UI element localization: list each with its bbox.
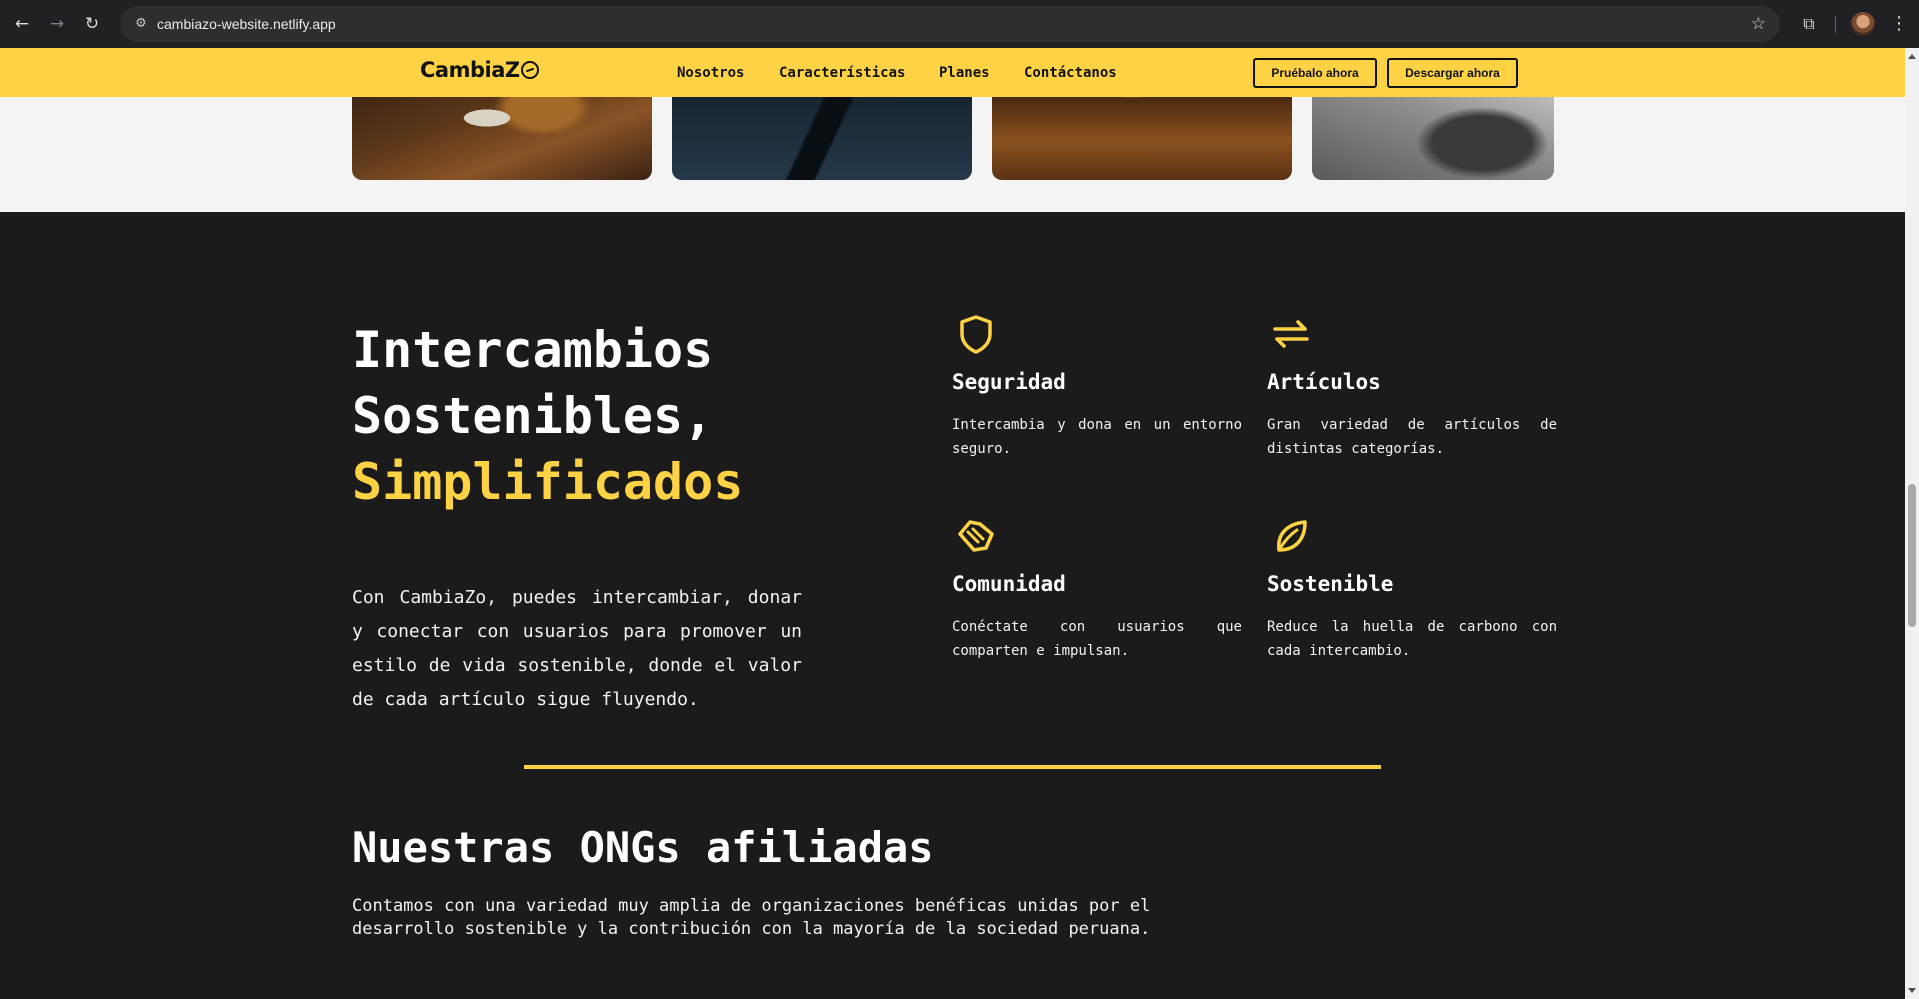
hero-title-line1: Intercambios <box>352 321 714 379</box>
feature-title: Seguridad <box>952 370 1066 394</box>
feature-title: Comunidad <box>952 572 1066 596</box>
nav-link-caracteristicas[interactable]: Características <box>779 64 905 82</box>
hero-description: Con CambiaZo, puedes intercambiar, donar… <box>352 587 802 710</box>
back-icon[interactable]: ← <box>10 12 34 36</box>
download-now-button[interactable]: Descargar ahora <box>1387 58 1518 88</box>
handshake-icon <box>958 520 994 552</box>
page-scrollbar[interactable] <box>1905 48 1919 999</box>
scrollbar-thumb[interactable] <box>1908 484 1916 627</box>
nav-link-contactanos[interactable]: Contáctanos <box>1024 64 1117 82</box>
feature-text: Reduce la huella de carbono con cada int… <box>1267 619 1557 659</box>
logo-text: CambiaZ <box>420 58 520 82</box>
toolbar-separator <box>1835 16 1836 33</box>
ngo-section-title: Nuestras ONGs afiliadas <box>352 823 934 872</box>
shield-icon <box>960 315 992 354</box>
browser-toolbar: ← → ↻ ⚙ cambiazo-website.netlify.app ☆ ⧉… <box>0 0 1919 48</box>
ngo-section-description: Contamos con una variedad muy amplia de … <box>352 896 1151 939</box>
feature-title: Sostenible <box>1267 572 1394 596</box>
nav-link-planes[interactable]: Planes <box>939 64 990 82</box>
nav-link-nosotros[interactable]: Nosotros <box>677 64 744 82</box>
features-section: Intercambios Sostenibles, Simplificados … <box>0 212 1905 999</box>
leaf-icon <box>1277 520 1307 552</box>
site-settings-icon[interactable]: ⚙ <box>132 15 150 33</box>
feature-text: Gran variedad de artículos de distintas … <box>1267 417 1557 457</box>
swap-arrows-icon <box>1273 320 1309 348</box>
page-viewport: Intercambios Sostenibles, Simplificados … <box>0 48 1905 999</box>
hero-title: Intercambios Sostenibles, Simplificados <box>352 317 832 515</box>
logo-mark-icon <box>520 61 539 79</box>
star-icon[interactable]: ☆ <box>1751 13 1766 35</box>
try-now-button[interactable]: Pruébalo ahora <box>1253 58 1377 88</box>
forward-icon[interactable]: → <box>45 12 69 36</box>
site-header: CambiaZ Nosotros Características Planes … <box>0 48 1905 97</box>
address-bar[interactable]: ⚙ cambiazo-website.netlify.app ☆ <box>120 6 1780 42</box>
hero-title-accent: Simplificados <box>352 453 744 511</box>
feature-title: Artículos <box>1267 370 1381 394</box>
feature-text: Conéctate con usuarios que comparten e i… <box>952 619 1242 659</box>
puzzle-icon[interactable]: ⧉ <box>1797 12 1821 36</box>
reload-icon[interactable]: ↻ <box>80 12 104 36</box>
cambiazo-logo[interactable]: CambiaZ <box>420 58 539 82</box>
scroll-up-arrow-icon[interactable] <box>1908 54 1916 59</box>
profile-avatar[interactable] <box>1851 12 1875 36</box>
feature-text: Intercambia y dona en un entorno seguro. <box>952 417 1242 457</box>
hero-title-line2: Sostenibles, <box>352 387 714 445</box>
kebab-menu-icon[interactable]: ⋮ <box>1890 12 1908 36</box>
url-text[interactable]: cambiazo-website.netlify.app <box>157 14 336 34</box>
scroll-down-arrow-icon[interactable] <box>1908 988 1916 993</box>
section-divider <box>524 765 1381 769</box>
